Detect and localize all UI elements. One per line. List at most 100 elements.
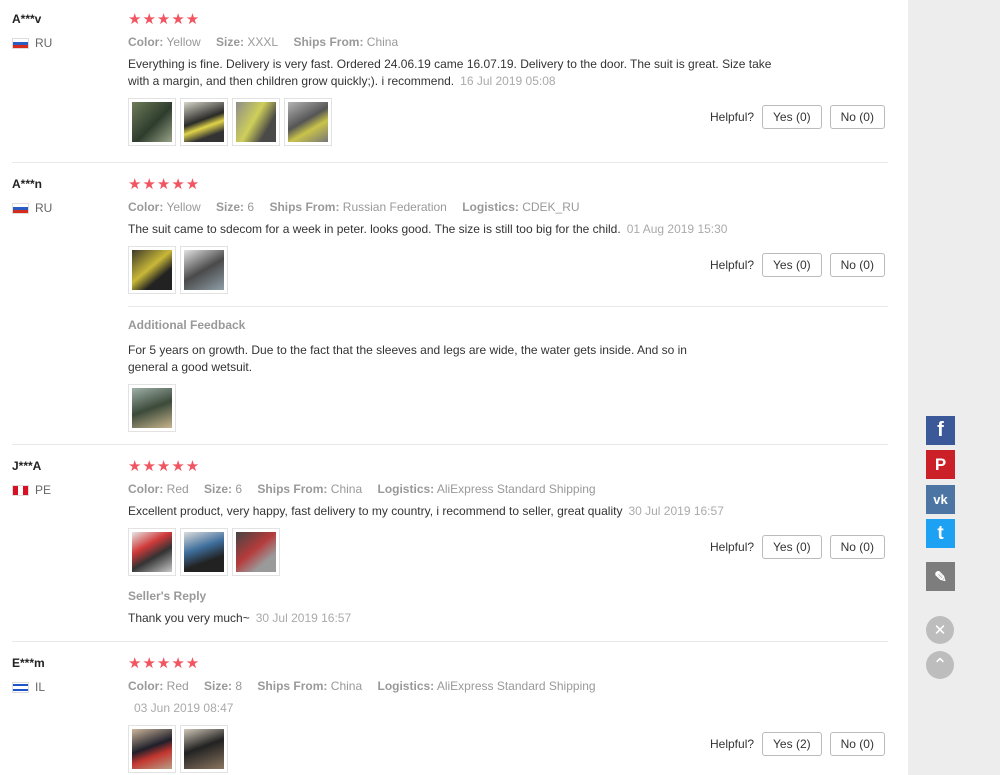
helpful-no-button[interactable]: No (0) bbox=[829, 253, 885, 277]
meta-key: Color: bbox=[128, 482, 164, 496]
meta-key: Ships From: bbox=[269, 200, 340, 214]
meta-value: 8 bbox=[235, 679, 243, 693]
review-photo[interactable] bbox=[180, 98, 228, 146]
review-photos bbox=[128, 725, 228, 773]
country-code: PE bbox=[35, 483, 52, 497]
facebook-icon: f bbox=[937, 419, 944, 441]
reviewer-name: A***v bbox=[12, 12, 42, 26]
review-date: 30 Jul 2019 16:57 bbox=[628, 504, 724, 518]
review-photo[interactable] bbox=[232, 98, 280, 146]
right-sidebar bbox=[908, 0, 1000, 775]
helpful-vote: Helpful? Yes (0) No (0) bbox=[710, 105, 885, 129]
meta-key: Color: bbox=[128, 679, 164, 693]
meta-key: Logistics: bbox=[377, 679, 435, 693]
review-date: 16 Jul 2019 05:08 bbox=[460, 74, 556, 88]
back-to-top-button[interactable]: ⌃ bbox=[926, 651, 954, 679]
order-info: Color: Red Size: 6 Ships From: China Log… bbox=[128, 482, 608, 496]
seller-reply-title: Seller's Reply bbox=[128, 589, 207, 603]
pinterest-icon: P bbox=[934, 454, 947, 474]
review-text: Excellent product, very happy, fast deli… bbox=[128, 503, 828, 520]
meta-value: Russian Federation bbox=[342, 200, 447, 214]
review-photo[interactable] bbox=[284, 98, 332, 146]
review-photo[interactable] bbox=[128, 384, 176, 432]
helpful-yes-button[interactable]: Yes (2) bbox=[762, 732, 822, 756]
divider bbox=[12, 162, 888, 163]
twitter-icon: t bbox=[937, 522, 944, 544]
meta-value: CDEK_RU bbox=[522, 200, 580, 214]
seller-reply-text: Thank you very much~ bbox=[128, 611, 250, 625]
pencil-icon: ✎ bbox=[934, 568, 947, 586]
twitter-share-button[interactable]: t bbox=[926, 519, 955, 548]
helpful-vote: Helpful? Yes (0) No (0) bbox=[710, 253, 885, 277]
country-code: IL bbox=[35, 680, 46, 694]
meta-value: XXXL bbox=[247, 35, 279, 49]
review-photo[interactable] bbox=[128, 528, 176, 576]
meta-key: Logistics: bbox=[462, 200, 519, 214]
helpful-no-button[interactable]: No (0) bbox=[829, 105, 885, 129]
helpful-label: Helpful? bbox=[710, 737, 755, 751]
meta-key: Size: bbox=[216, 200, 245, 214]
meta-key: Logistics: bbox=[377, 482, 435, 496]
additional-feedback-text: For 5 years on growth. Due to the fact t… bbox=[128, 343, 687, 374]
flag-icon bbox=[12, 484, 29, 496]
meta-value: Yellow bbox=[166, 35, 201, 49]
chevron-up-icon: ⌃ bbox=[932, 654, 948, 675]
review-photo[interactable] bbox=[128, 725, 176, 773]
helpful-label: Helpful? bbox=[710, 110, 755, 124]
divider bbox=[12, 641, 888, 642]
close-button[interactable]: ✕ bbox=[926, 616, 954, 644]
meta-value: 6 bbox=[235, 482, 243, 496]
meta-key: Size: bbox=[204, 482, 233, 496]
star-rating: ★★★★★ bbox=[128, 11, 201, 28]
reviewer-name: A***n bbox=[12, 177, 43, 191]
review-text: The suit came to sdecom for a week in pe… bbox=[128, 221, 828, 238]
helpful-vote: Helpful? Yes (0) No (0) bbox=[710, 535, 885, 559]
star-rating: ★★★★★ bbox=[128, 176, 201, 193]
review-text: Everything is fine. Delivery is very fas… bbox=[128, 56, 778, 90]
meta-value: Yellow bbox=[166, 200, 201, 214]
meta-key: Color: bbox=[128, 35, 164, 49]
review-photos bbox=[128, 98, 332, 146]
flag-icon bbox=[12, 681, 29, 693]
review-body: Everything is fine. Delivery is very fas… bbox=[128, 57, 772, 88]
meta-value: 6 bbox=[247, 200, 255, 214]
meta-value: AliExpress Standard Shipping bbox=[436, 679, 596, 693]
review-photos bbox=[128, 528, 280, 576]
vk-icon: vk bbox=[933, 492, 948, 507]
meta-key: Size: bbox=[216, 35, 245, 49]
vk-share-button[interactable]: vk bbox=[926, 485, 955, 514]
review-photo[interactable] bbox=[128, 246, 176, 294]
meta-key: Size: bbox=[204, 679, 233, 693]
helpful-no-button[interactable]: No (0) bbox=[829, 535, 885, 559]
helpful-label: Helpful? bbox=[710, 258, 755, 272]
helpful-yes-button[interactable]: Yes (0) bbox=[762, 253, 822, 277]
reviewer-country: PE bbox=[12, 483, 51, 497]
pinterest-share-button[interactable]: P bbox=[926, 450, 955, 479]
meta-value: AliExpress Standard Shipping bbox=[436, 482, 596, 496]
meta-value: China bbox=[330, 679, 363, 693]
meta-value: Red bbox=[166, 679, 189, 693]
helpful-yes-button[interactable]: Yes (0) bbox=[762, 535, 822, 559]
edit-button[interactable]: ✎ bbox=[926, 562, 955, 591]
reviews-panel: A***v RU ★★★★★ Color: Yellow Size: XXXL … bbox=[0, 0, 908, 775]
country-code: RU bbox=[35, 36, 53, 50]
meta-key: Ships From: bbox=[257, 482, 328, 496]
reviewer-name: E***m bbox=[12, 656, 45, 670]
helpful-no-button[interactable]: No (0) bbox=[829, 732, 885, 756]
star-rating: ★★★★★ bbox=[128, 655, 201, 672]
helpful-yes-button[interactable]: Yes (0) bbox=[762, 105, 822, 129]
review-photo[interactable] bbox=[128, 98, 176, 146]
meta-key: Ships From: bbox=[293, 35, 364, 49]
additional-photos bbox=[128, 384, 176, 432]
review-photo[interactable] bbox=[180, 246, 228, 294]
review-photo[interactable] bbox=[232, 528, 280, 576]
order-info: Color: Yellow Size: XXXL Ships From: Chi… bbox=[128, 35, 410, 49]
additional-feedback-title: Additional Feedback bbox=[128, 318, 246, 332]
review-photo[interactable] bbox=[180, 725, 228, 773]
flag-icon bbox=[12, 37, 29, 49]
review-photo[interactable] bbox=[180, 528, 228, 576]
helpful-label: Helpful? bbox=[710, 540, 755, 554]
meta-value: Red bbox=[166, 482, 189, 496]
meta-key: Ships From: bbox=[257, 679, 328, 693]
facebook-share-button[interactable]: f bbox=[926, 416, 955, 445]
